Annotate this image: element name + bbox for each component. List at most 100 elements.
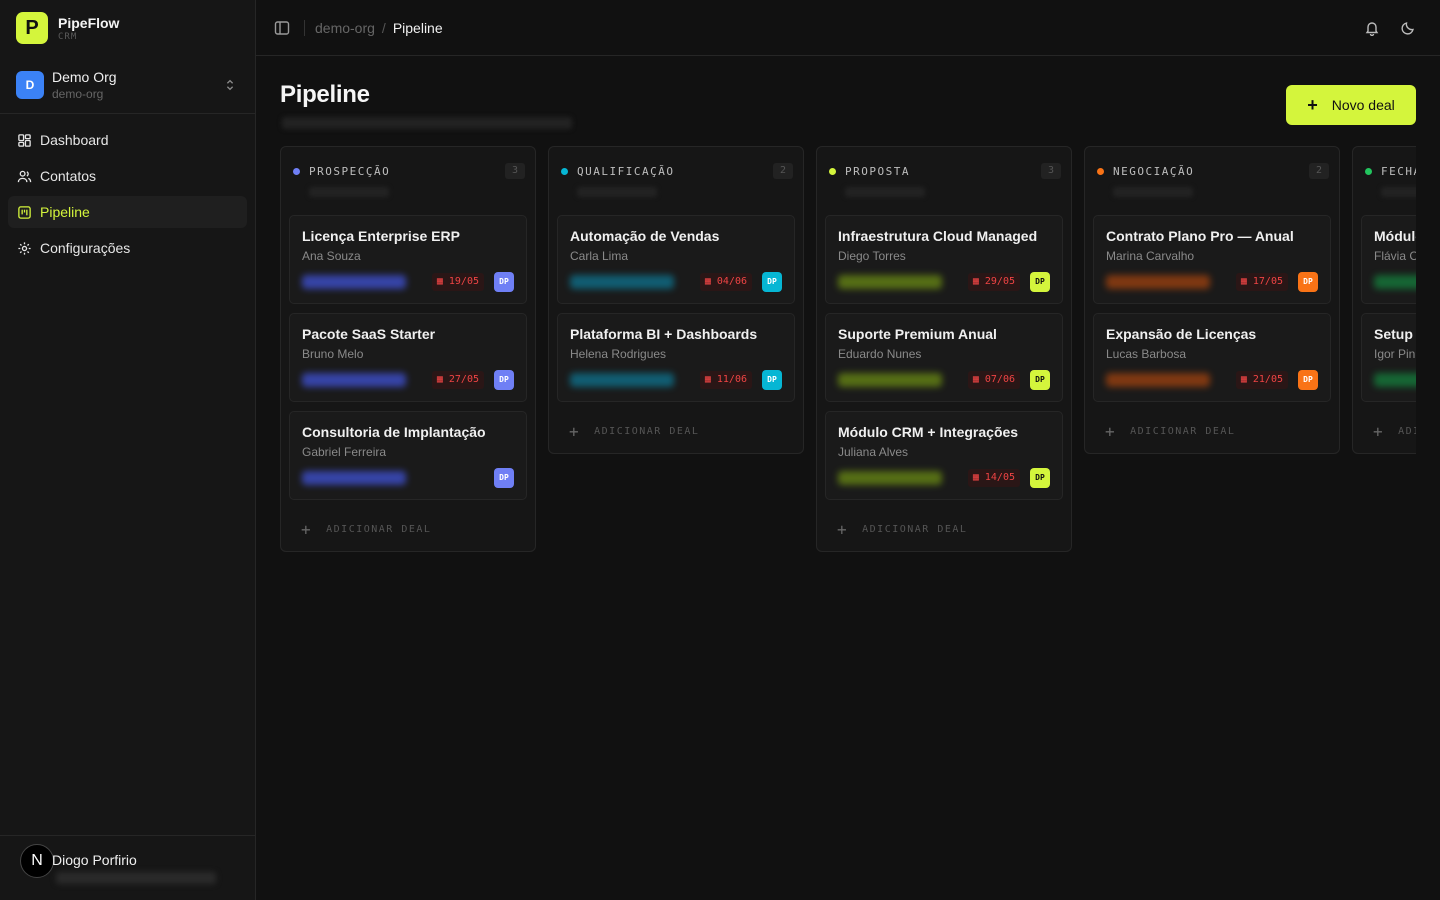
stage-dot (1097, 167, 1104, 175)
owner-avatar: DP (1030, 468, 1050, 488)
plus-icon: + (1105, 421, 1117, 441)
plus-icon: + (1373, 421, 1385, 441)
dashboard-icon (16, 132, 32, 148)
page-subtitle-redacted (282, 117, 572, 129)
deal-contact: Juliana Alves (838, 445, 909, 459)
header-divider (304, 19, 305, 36)
deal-card[interactable]: Módulo CRM + Integrações Juliana Alves ▦ 1… (825, 411, 1063, 500)
sidebar-item-pipeline[interactable]: Pipeline (8, 196, 247, 228)
org-switcher[interactable]: D Demo Org demo-org (0, 56, 255, 114)
deal-value-redacted (838, 275, 942, 289)
plus-icon: + (301, 519, 313, 539)
deal-card[interactable]: Módulo Flávia C (1361, 215, 1416, 304)
deal-card[interactable]: Suporte Premium Anual Eduardo Nunes ▦ 07/0… (825, 313, 1063, 402)
column-count: 3 (505, 163, 525, 179)
add-deal-button[interactable]: + ADICIONAR DEAL (1361, 411, 1416, 451)
deal-card[interactable]: Setup Comp Igor Pin (1361, 313, 1416, 402)
new-deal-button[interactable]: + Novo deal (1286, 85, 1416, 125)
deal-card[interactable]: Licença Enterprise ERP Ana Souza ▦ 19/05 DP (289, 215, 527, 304)
calendar-icon: ▦ (704, 374, 717, 385)
plus-icon: + (1307, 94, 1318, 115)
deal-title: Infraestrutura Cloud Managed (838, 228, 1038, 244)
user-profile[interactable]: N Diogo Porfirio (0, 835, 255, 900)
gear-icon (16, 240, 32, 256)
deal-card[interactable]: Plataforma BI + Dashboards Helena Rodrigu… (557, 313, 795, 402)
deal-contact: Lucas Barbosa (1106, 347, 1187, 361)
add-deal-button[interactable]: + ADICIONAR DEAL (1093, 411, 1331, 451)
column-count: 3 (1041, 163, 1061, 179)
column-header: PROSPECÇÃO 3 (289, 147, 527, 197)
deal-contact: Flávia C (1374, 249, 1416, 263)
deal-title: Pacote SaaS Starter (302, 326, 436, 342)
deal-card[interactable]: Automação de Vendas Carla Lima ▦ 04/06 DP (557, 215, 795, 304)
sidebar-toggle-icon[interactable] (274, 20, 290, 36)
deal-value-redacted (302, 373, 406, 387)
deal-due-date-text: 07/06 (984, 374, 1015, 385)
owner-avatar: DP (1298, 272, 1318, 292)
calendar-icon: ▦ (436, 374, 449, 385)
calendar-icon: ▦ (704, 276, 717, 287)
bell-icon[interactable] (1364, 20, 1380, 36)
sidebar-nav: Dashboard Contatos Pipeline Configurações (0, 114, 255, 278)
add-deal-button[interactable]: + ADICIONAR DEAL (557, 411, 795, 451)
deal-contact: Carla Lima (570, 249, 629, 263)
deal-card[interactable]: Contrato Plano Pro — Anual Marina Carvalh… (1093, 215, 1331, 304)
kanban-board: PROSPECÇÃO 3 Licença Enterprise ERP Ana Sou… (280, 146, 1416, 900)
owner-avatar: DP (1030, 370, 1050, 390)
kanban-icon (16, 204, 32, 220)
add-deal-label: ADICIONAR DEAL (862, 523, 968, 535)
user-name: Diogo Porfirio (52, 852, 137, 868)
pipeline-column: PROSPECÇÃO 3 Licença Enterprise ERP Ana Sou… (280, 146, 536, 552)
sidebar-item-dashboard[interactable]: Dashboard (8, 124, 247, 156)
deal-card[interactable]: Consultoria de Implantação Gabriel Ferrei… (289, 411, 527, 500)
column-title: NEGOCIAÇÃO (1113, 164, 1195, 178)
column-title: PROPOSTA (845, 164, 910, 178)
sidebar-item-label: Pipeline (40, 204, 90, 220)
deal-due-date: ▦ 27/05 (431, 371, 484, 389)
sidebar-item-contatos[interactable]: Contatos (8, 160, 247, 192)
user-avatar: N (20, 844, 54, 878)
org-avatar: D (16, 70, 44, 99)
calendar-icon: ▦ (972, 276, 985, 287)
add-deal-button[interactable]: + ADICIONAR DEAL (289, 509, 527, 549)
column-title: FECHADO (1381, 164, 1416, 178)
moon-icon[interactable] (1400, 20, 1416, 36)
org-slug: demo-org (52, 86, 104, 101)
deal-card[interactable]: Pacote SaaS Starter Bruno Melo ▦ 27/05 DP (289, 313, 527, 402)
deal-title: Automação de Vendas (570, 228, 720, 244)
deal-due-date: ▦ 19/05 (431, 273, 484, 291)
breadcrumb-org[interactable]: demo-org (315, 20, 375, 36)
deal-due-date-text: 14/05 (984, 472, 1015, 483)
deal-contact: Ana Souza (302, 249, 361, 263)
deal-card[interactable]: Infraestrutura Cloud Managed Diego Torres… (825, 215, 1063, 304)
plus-icon: + (569, 421, 581, 441)
deal-value-redacted (838, 373, 942, 387)
breadcrumb-current: Pipeline (392, 19, 443, 36)
deal-value-redacted (838, 471, 942, 485)
user-email-redacted (56, 872, 216, 884)
deal-title: Expansão de Licenças (1106, 326, 1257, 342)
stage-dot (829, 167, 836, 175)
deal-contact: Marina Carvalho (1106, 249, 1195, 263)
deal-card[interactable]: Expansão de Licenças Lucas Barbosa ▦ 21/05… (1093, 313, 1331, 402)
column-total-redacted (1381, 187, 1416, 197)
deal-due-date: ▦ 14/05 (967, 469, 1020, 487)
deal-contact: Gabriel Ferreira (302, 445, 387, 459)
calendar-icon: ▦ (1240, 374, 1253, 385)
column-header: NEGOCIAÇÃO 2 (1093, 147, 1331, 197)
owner-avatar: DP (1030, 272, 1050, 292)
deal-contact: Bruno Melo (302, 347, 364, 361)
brand[interactable]: P PipeFlow CRM (0, 0, 255, 56)
column-total-redacted (577, 187, 657, 197)
stage-dot (1365, 167, 1372, 175)
pipeline-column: FECHADO Módulo Flávia C Setup Comp Igor Pin +… (1352, 146, 1416, 454)
add-deal-button[interactable]: + ADICIONAR DEAL (825, 509, 1063, 549)
owner-avatar: DP (494, 468, 514, 488)
owner-avatar: DP (762, 370, 782, 390)
pipeline-column: QUALIFICAÇÃO 2 Automação de Vendas Carla Li… (548, 146, 804, 454)
owner-avatar: DP (494, 370, 514, 390)
calendar-icon: ▦ (436, 276, 449, 287)
sidebar-item-configuracoes[interactable]: Configurações (8, 232, 247, 264)
deal-value-redacted (1106, 373, 1210, 387)
deal-due-date-text: 21/05 (1252, 374, 1283, 385)
